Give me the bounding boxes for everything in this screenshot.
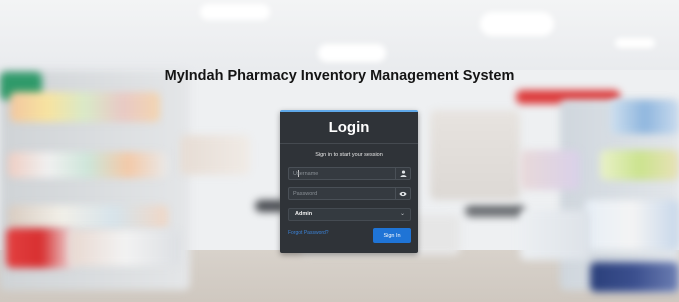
username-input[interactable] xyxy=(289,168,405,179)
role-select[interactable]: Admin ⌄ xyxy=(288,208,411,221)
forgot-password-link[interactable]: Forgot Password? xyxy=(288,230,329,236)
product-row xyxy=(600,150,679,180)
product-row xyxy=(8,205,168,229)
login-card: Login Sign in to start your session Admi… xyxy=(280,110,418,253)
product-row xyxy=(6,228,76,268)
chevron-down-icon: ⌄ xyxy=(399,211,405,217)
product-row xyxy=(10,92,160,122)
product-row xyxy=(8,152,168,178)
page-title: MyIndah Pharmacy Inventory Management Sy… xyxy=(164,68,515,84)
product-row xyxy=(585,200,679,250)
ceiling-light xyxy=(318,44,386,62)
counter xyxy=(465,205,525,217)
product-row xyxy=(70,230,180,266)
sign-in-button[interactable]: Sign In xyxy=(373,228,411,243)
password-input[interactable] xyxy=(289,188,405,199)
login-subtitle: Sign in to start your session xyxy=(315,152,383,158)
product-row xyxy=(520,150,580,190)
product-row xyxy=(180,135,250,175)
login-heading: Login xyxy=(328,119,370,136)
product-row xyxy=(610,100,679,134)
ceiling-light xyxy=(480,12,554,36)
ceiling-light xyxy=(615,38,655,48)
counter xyxy=(430,110,520,200)
user-icon xyxy=(395,168,410,179)
eye-icon[interactable] xyxy=(395,188,410,199)
password-field[interactable] xyxy=(288,187,411,200)
product-row xyxy=(590,262,679,292)
product-row xyxy=(520,210,590,260)
role-selected-value: Admin xyxy=(295,211,313,217)
divider xyxy=(280,143,418,144)
ceiling-light xyxy=(200,4,270,20)
username-field[interactable] xyxy=(288,167,411,180)
